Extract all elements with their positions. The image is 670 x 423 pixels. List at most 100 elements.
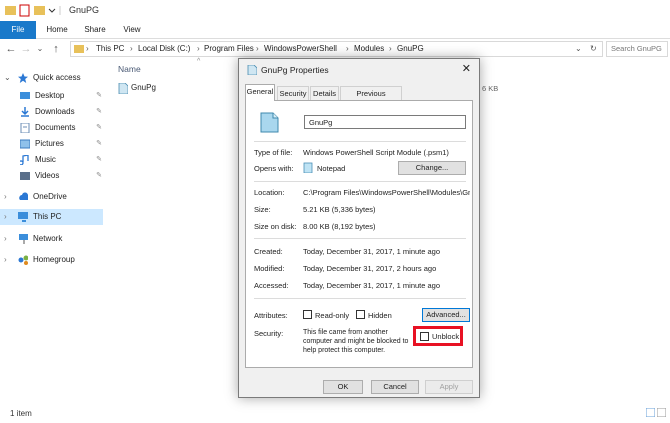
cloud-icon	[19, 192, 28, 200]
forward-arrow-icon[interactable]: →	[20, 42, 32, 56]
pin-icon[interactable]: ✎	[96, 168, 102, 184]
nav-item-pictures[interactable]: Pictures ✎	[20, 136, 102, 152]
recent-chevron-icon[interactable]: ⌄	[34, 42, 46, 56]
star-icon	[18, 73, 28, 83]
breadcrumb-modules[interactable]: Modules	[354, 42, 384, 56]
nav-item-desktop[interactable]: Desktop ✎	[20, 88, 102, 104]
unblock-checkbox[interactable]	[420, 332, 429, 341]
close-icon[interactable]: ✕	[462, 62, 471, 75]
modified-value: Today, December 31, 2017, 2 hours ago	[303, 264, 437, 273]
separator	[254, 141, 466, 142]
search-input[interactable]: Search GnuPG	[606, 41, 668, 57]
change-button[interactable]: Change...	[398, 161, 466, 175]
security-text-line-1: This file came from another	[303, 329, 388, 336]
folder-icon	[74, 45, 84, 53]
back-arrow-icon[interactable]: ←	[5, 42, 17, 56]
modified-label: Modified:	[254, 264, 285, 273]
tab-previous-versions[interactable]: Previous Versions	[340, 86, 402, 111]
size-label: Size:	[254, 205, 271, 214]
opens-with-value: Notepad	[317, 164, 346, 173]
created-label: Created:	[254, 247, 283, 256]
pictures-icon	[20, 139, 30, 149]
attributes-label: Attributes:	[254, 311, 288, 320]
pin-icon[interactable]: ✎	[96, 104, 102, 120]
apply-button[interactable]: Apply	[425, 380, 473, 394]
nav-item-documents[interactable]: Documents ✎	[20, 120, 102, 136]
script-file-icon	[118, 83, 128, 94]
file-row-gnupg[interactable]: GnuPg	[118, 82, 198, 95]
refresh-icon[interactable]: ↻	[590, 42, 597, 56]
chevron-down-icon	[48, 8, 56, 13]
nav-this-pc[interactable]: › This PC	[0, 209, 103, 225]
pin-icon[interactable]: ✎	[96, 88, 102, 104]
type-of-file-label: Type of file:	[254, 148, 293, 157]
readonly-checkbox[interactable]	[303, 310, 312, 319]
type-of-file-value: Windows PowerShell Script Module (.psm1)	[303, 148, 449, 157]
breadcrumb-this-pc[interactable]: This PC	[96, 42, 124, 56]
nav-network[interactable]: › Network	[4, 231, 102, 247]
nav-homegroup[interactable]: › Homegroup	[4, 252, 102, 268]
security-label: Security:	[254, 329, 284, 338]
pin-icon[interactable]: ✎	[96, 136, 102, 152]
breadcrumb-windowspowershell[interactable]: WindowsPowerShell	[264, 42, 337, 56]
tab-view[interactable]: View	[117, 21, 147, 39]
address-dropdown-icon[interactable]: ⌄	[575, 42, 582, 56]
address-bar[interactable]: › This PC › Local Disk (C:) › Program Fi…	[70, 41, 603, 57]
computer-icon	[18, 212, 28, 222]
accessed-label: Accessed:	[254, 281, 289, 290]
folder-icon	[5, 6, 16, 15]
security-text-line-2: computer and might be blocked to	[303, 338, 409, 345]
hidden-label: Hidden	[368, 311, 392, 320]
cancel-button[interactable]: Cancel	[371, 380, 419, 394]
properties-dialog: GnuPg Properties ✕ General Security Deta…	[238, 58, 480, 398]
unblock-highlight: Unblock	[413, 326, 463, 346]
nav-onedrive[interactable]: › OneDrive	[4, 189, 102, 205]
size-on-disk-value: 8.00 KB (8,192 bytes)	[303, 222, 376, 231]
breadcrumb-local-disk[interactable]: Local Disk (C:)	[138, 42, 190, 56]
desktop-icon	[20, 92, 30, 99]
hidden-checkbox[interactable]	[356, 310, 365, 319]
readonly-label: Read-only	[315, 311, 350, 320]
general-tab-panel: GnuPg Type of file: Windows PowerShell S…	[245, 100, 473, 368]
separator	[254, 298, 466, 299]
videos-icon	[20, 172, 30, 180]
up-arrow-icon[interactable]: ↑	[50, 42, 62, 56]
unblock-label[interactable]: Unblock	[432, 332, 459, 341]
location-value: C:\Program Files\WindowsPowerShell\Modul…	[303, 188, 470, 197]
security-text-line-3: help protect this computer.	[303, 347, 386, 354]
large-icons-view-icon[interactable]	[657, 408, 666, 417]
pin-icon[interactable]: ✎	[96, 152, 102, 168]
nav-item-downloads[interactable]: Downloads ✎	[20, 104, 102, 120]
address-row: ← → ⌄ ↑ › This PC › Local Disk (C:) › Pr…	[0, 39, 670, 59]
details-view-icon[interactable]	[646, 408, 655, 417]
tab-general[interactable]: General	[245, 84, 275, 101]
quick-access-toolbar	[5, 4, 61, 17]
search-placeholder: Search GnuPG	[611, 44, 662, 53]
nav-item-music[interactable]: Music ✎	[20, 152, 102, 168]
network-icon	[19, 234, 28, 244]
tab-home[interactable]: Home	[42, 21, 72, 39]
breadcrumb-gnupg[interactable]: GnuPG	[397, 42, 424, 56]
breadcrumb-program-files[interactable]: Program Files	[204, 42, 254, 56]
nav-item-videos[interactable]: Videos ✎	[20, 168, 102, 184]
advanced-button[interactable]: Advanced...	[422, 308, 470, 322]
tab-file[interactable]: File	[0, 21, 36, 39]
tab-security[interactable]: Security	[277, 86, 309, 100]
filename-field[interactable]: GnuPg	[304, 115, 466, 129]
pin-icon[interactable]: ✎	[96, 120, 102, 136]
view-toggles	[606, 407, 666, 419]
large-script-file-icon	[260, 112, 279, 133]
sort-indicator-icon: ^	[197, 58, 201, 65]
nav-quick-access[interactable]: ⌄ Quick access	[4, 70, 102, 86]
tab-details[interactable]: Details	[310, 86, 339, 100]
column-header-name[interactable]: Name	[118, 64, 141, 74]
documents-icon	[20, 123, 30, 133]
properties-icon	[19, 4, 30, 17]
tab-share[interactable]: Share	[80, 21, 110, 39]
opens-with-label: Opens with:	[254, 164, 294, 173]
size-value: 5.21 KB (5,336 bytes)	[303, 205, 376, 214]
homegroup-icon	[18, 255, 28, 265]
ok-button[interactable]: OK	[323, 380, 363, 394]
separator	[254, 238, 466, 239]
dialog-title: GnuPg Properties	[261, 65, 329, 75]
